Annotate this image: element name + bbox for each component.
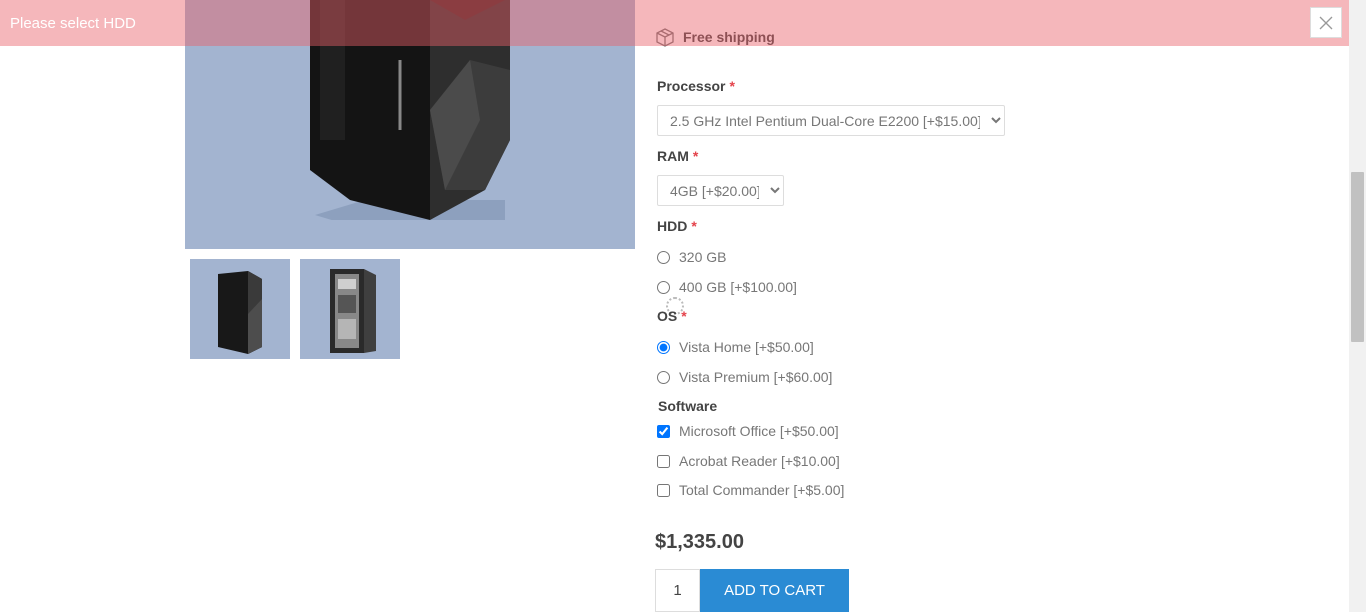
os-option-label: Vista Home [+$50.00] [679, 339, 814, 355]
software-option-total-commander[interactable]: Total Commander [+$5.00] [657, 482, 844, 498]
os-option-vista-premium[interactable]: Vista Premium [+$60.00] [657, 369, 832, 385]
ram-select[interactable]: 4GB [+$20.00] [657, 175, 784, 206]
processor-label-text: Processor [657, 78, 726, 94]
software-option-acrobat[interactable]: Acrobat Reader [+$10.00] [657, 453, 840, 469]
software-checkbox-acrobat[interactable] [657, 454, 670, 468]
os-label-text: OS [657, 308, 678, 324]
ram-label: RAM * [657, 148, 698, 164]
quantity-input[interactable] [655, 569, 700, 612]
close-notification-button[interactable] [1310, 7, 1342, 38]
hdd-option-320[interactable]: 320 GB [657, 249, 726, 265]
hdd-option-400[interactable]: 400 GB [+$100.00] [657, 279, 797, 295]
required-mark: * [692, 148, 699, 164]
hdd-radio-400[interactable] [657, 280, 670, 294]
page-scrollbar[interactable] [1349, 0, 1366, 612]
close-icon [1319, 16, 1333, 29]
server-open-icon [330, 269, 376, 353]
required-mark: * [729, 78, 735, 94]
software-option-label: Total Commander [+$5.00] [679, 482, 845, 498]
os-option-vista-home[interactable]: Vista Home [+$50.00] [657, 339, 814, 355]
hdd-option-label: 400 GB [+$100.00] [679, 279, 797, 295]
hdd-label-text: HDD [657, 218, 688, 234]
add-to-cart-button[interactable]: ADD TO CART [700, 569, 849, 612]
os-option-label: Vista Premium [+$60.00] [679, 369, 833, 385]
software-checkbox-total-commander[interactable] [657, 483, 670, 497]
software-label: Software [658, 398, 718, 414]
software-option-ms-office[interactable]: Microsoft Office [+$50.00] [657, 423, 839, 439]
hdd-label: HDD * [657, 218, 697, 234]
required-mark: * [681, 308, 687, 324]
product-thumbnail-2[interactable] [300, 259, 400, 359]
software-option-label: Microsoft Office [+$50.00] [679, 423, 839, 439]
ram-label-text: RAM [657, 148, 689, 164]
os-radio-vista-premium[interactable] [657, 370, 670, 384]
os-radio-vista-home[interactable] [657, 340, 670, 354]
hdd-radio-320[interactable] [657, 250, 670, 264]
processor-label: Processor * [657, 78, 735, 94]
required-mark: * [691, 218, 697, 234]
software-option-label: Acrobat Reader [+$10.00] [679, 453, 840, 469]
product-thumbnail-1[interactable] [190, 259, 290, 359]
server-closed-icon [218, 271, 262, 354]
os-label: OS * [657, 308, 687, 324]
scrollbar-thumb[interactable] [1351, 172, 1364, 342]
processor-select[interactable]: 2.5 GHz Intel Pentium Dual-Core E2200 [+… [657, 105, 1005, 136]
notification-bar: Please select HDD [0, 0, 1349, 46]
hdd-option-label: 320 GB [679, 249, 727, 265]
software-checkbox-ms-office[interactable] [657, 424, 670, 438]
product-price: $1,335.00 [655, 531, 744, 553]
product-page: Please select HDD Free shipping Processo… [0, 0, 1366, 612]
notification-text: Please select HDD [10, 15, 136, 32]
